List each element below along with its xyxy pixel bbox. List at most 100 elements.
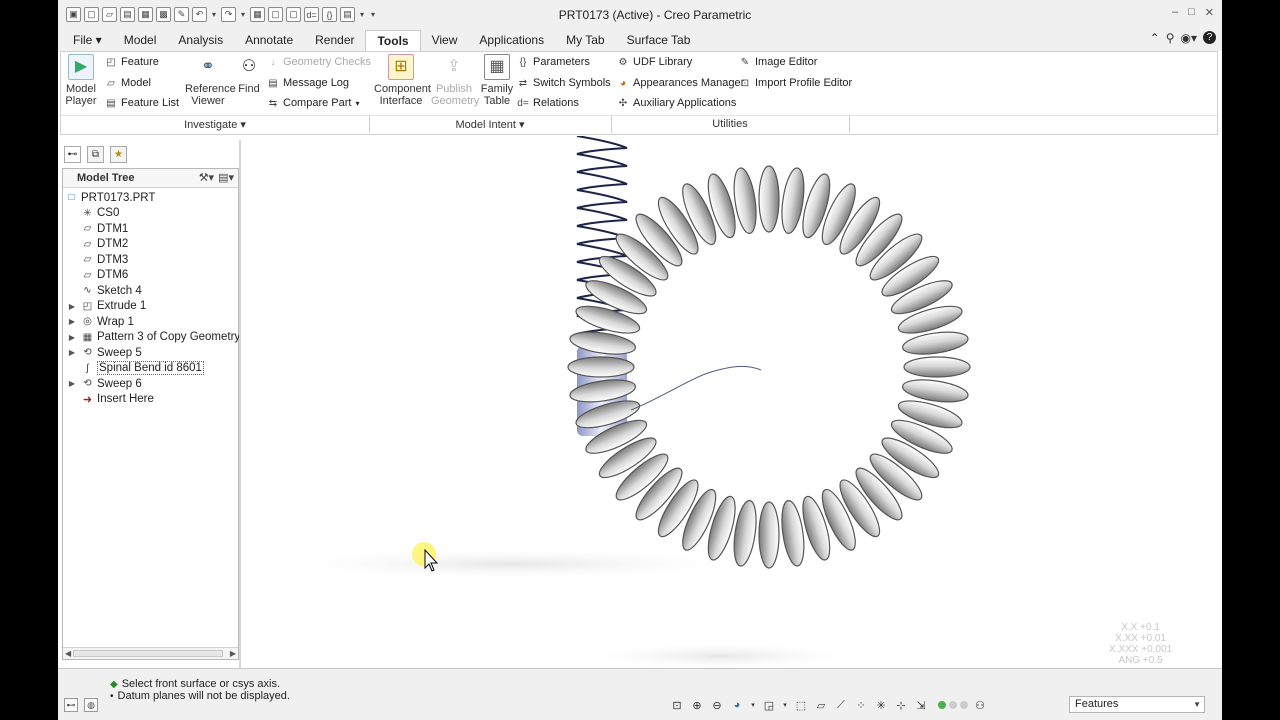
scroll-thumb[interactable] xyxy=(73,650,223,657)
selection-filter-dropdown[interactable]: Features ▼ xyxy=(1069,696,1205,713)
tab-annotate[interactable]: Annotate xyxy=(234,30,304,51)
model-graphics[interactable] xyxy=(241,135,1222,670)
tree-item[interactable]: ∫ Spinal Bend id 8601 xyxy=(67,361,204,376)
tab-file[interactable]: File ▾ xyxy=(62,30,113,51)
browser-toggle-icon[interactable]: ◍ xyxy=(84,698,98,712)
collapse-ribbon-icon[interactable]: ⌃ xyxy=(1150,31,1160,45)
find-button[interactable]: ⚇ Find xyxy=(236,54,262,96)
model-intent-group-label[interactable]: Model Intent ▾ xyxy=(369,118,611,131)
saved-orientations-icon[interactable]: ⬚ xyxy=(794,698,808,712)
tree-item[interactable]: □ PRT0173.PRT xyxy=(65,190,155,205)
datum-points-icon[interactable]: ⁘ xyxy=(854,698,868,712)
tree-item[interactable]: ▶ ◰ Extrude 1 xyxy=(67,299,146,314)
tree-item-label: DTM1 xyxy=(97,222,129,235)
named-views-dropdown-icon[interactable]: ▾ xyxy=(750,698,756,712)
scroll-right-icon[interactable]: ▶ xyxy=(230,649,236,658)
community-icon[interactable]: ◉▾ xyxy=(1181,31,1198,45)
toroidal-spring[interactable] xyxy=(567,165,971,569)
minimize-icon[interactable]: – xyxy=(1172,6,1178,19)
display-style-icon[interactable]: ◲ xyxy=(762,698,776,712)
import-profile-editor-button[interactable]: ⊡ Import Profile Editor xyxy=(739,75,852,91)
tree-item[interactable]: ▶ ⟲ Sweep 6 xyxy=(67,376,142,391)
tree-item[interactable]: ▱ DTM3 xyxy=(67,252,129,267)
coil-turn xyxy=(567,356,635,378)
maximize-icon[interactable]: □ xyxy=(1188,6,1195,19)
search-icon[interactable]: ⚲ xyxy=(1166,31,1175,45)
zoom-in-icon[interactable]: ⊕ xyxy=(690,698,704,712)
tree-settings-icon[interactable]: ⚒▾ xyxy=(199,171,214,184)
parameters-button[interactable]: {} Parameters xyxy=(517,54,590,70)
image-editor-button[interactable]: ✎ Image Editor xyxy=(739,54,818,70)
tree-item[interactable]: ∿ Sketch 4 xyxy=(67,283,141,298)
tree-horizontal-scrollbar[interactable]: ◀ ▶ xyxy=(63,647,238,659)
investigate-group-label[interactable]: Investigate ▾ xyxy=(61,118,369,131)
find-binoculars-icon[interactable]: ⚇ xyxy=(972,698,988,712)
feature-type-icon: ∿ xyxy=(83,285,92,296)
tree-item[interactable]: ▱ DTM1 xyxy=(67,221,129,236)
named-views-icon[interactable]: ◕ xyxy=(730,698,744,712)
annotation-display-icon[interactable]: ⇲ xyxy=(914,698,928,712)
feature-button[interactable]: ◰ Feature xyxy=(105,54,159,70)
refit-icon[interactable]: ⊡ xyxy=(670,698,684,712)
spinal-bend-curve[interactable] xyxy=(630,365,762,411)
navigator-toggle-icon[interactable]: ⊷ xyxy=(64,698,78,712)
tree-item[interactable]: ✳ CS0 xyxy=(67,206,119,221)
tree-item[interactable]: ▶ ◎ Wrap 1 xyxy=(67,314,134,329)
tree-item[interactable]: ▶ ▦ Pattern 3 of Copy Geometry xyxy=(67,330,240,345)
spin-center-icon[interactable]: ⊹ xyxy=(894,698,908,712)
tree-item[interactable]: ➜ Insert Here xyxy=(67,392,154,407)
tab-model[interactable]: Model xyxy=(113,30,168,51)
tree-item-label: Insert Here xyxy=(97,393,154,405)
zoom-out-icon[interactable]: ⊖ xyxy=(710,698,724,712)
app-window: ▣ ▢ ▱ ▤ ▦ ▩ ✎ ↶ ▾ ↷ ▾ ▦ ▢ ▢ d= {} ▤ ▾ ▾ … xyxy=(58,0,1222,720)
component-interface-icon: ⊞ xyxy=(388,54,414,80)
family-table-button[interactable]: ▦ Family Table xyxy=(480,54,514,107)
tab-tools[interactable]: Tools xyxy=(365,30,421,51)
model-tree-tab-icon[interactable]: ⊷ xyxy=(64,146,81,163)
close-icon[interactable]: ✕ xyxy=(1205,6,1214,19)
expand-icon[interactable]: ▶ xyxy=(67,348,77,357)
feature-list-label: Feature List xyxy=(121,97,180,109)
datum-axes-icon[interactable]: ⟋ xyxy=(834,698,848,712)
model-info-button[interactable]: ▱ Model xyxy=(105,75,151,91)
publish-geometry-button[interactable]: ⇪ Publish Geometry xyxy=(431,54,479,108)
compare-part-button[interactable]: ⇆ Compare Part ▾ xyxy=(267,95,360,111)
tree-item[interactable]: ▱ DTM6 xyxy=(67,268,129,283)
feature-type-icon: ⟲ xyxy=(83,378,92,389)
regen-status-dot xyxy=(949,701,957,709)
folder-browser-tab-icon[interactable]: ⧉ xyxy=(87,146,104,163)
model-player-button[interactable]: ▶ Model Player xyxy=(65,54,97,107)
geometry-checks-button[interactable]: ↓ Geometry Checks xyxy=(267,54,372,70)
switch-symbols-button[interactable]: ⇄ Switch Symbols xyxy=(517,75,611,91)
display-style-dropdown-icon[interactable]: ▾ xyxy=(782,698,788,712)
relations-button[interactable]: d= Relations xyxy=(517,95,579,111)
tab-my-tab[interactable]: My Tab xyxy=(555,30,615,51)
csys-icon[interactable]: ✳ xyxy=(874,698,888,712)
tree-item[interactable]: ▱ DTM2 xyxy=(67,237,129,252)
tab-surface-tab[interactable]: Surface Tab xyxy=(616,30,702,51)
help-icon[interactable]: ? xyxy=(1203,31,1216,44)
feature-type-icon: ⟲ xyxy=(83,347,92,358)
tree-columns-icon[interactable]: ▤▾ xyxy=(218,171,234,184)
message-log-button[interactable]: ▤ Message Log xyxy=(267,75,349,91)
tab-view[interactable]: View xyxy=(421,30,469,51)
favorites-tab-icon[interactable]: ★ xyxy=(110,146,127,163)
auxiliary-applications-button[interactable]: ✣ Auxiliary Applications xyxy=(617,95,737,111)
tab-applications[interactable]: Applications xyxy=(468,30,555,51)
udf-library-button[interactable]: ⚙ UDF Library xyxy=(617,54,693,70)
component-interface-button[interactable]: ⊞ Component Interface xyxy=(374,54,431,107)
tab-render[interactable]: Render xyxy=(304,30,365,51)
expand-icon[interactable]: ▶ xyxy=(67,379,77,388)
expand-icon[interactable]: ▶ xyxy=(67,317,77,326)
graphics-viewport[interactable]: X.X +0.1 X.XX +0.01 X.XXX +0.001 ANG +0.… xyxy=(241,135,1222,670)
datum-planes-icon[interactable]: ▱ xyxy=(814,698,828,712)
expand-icon[interactable]: ▶ xyxy=(67,302,77,311)
expand-icon[interactable]: ▶ xyxy=(67,333,77,342)
appearances-manager-button[interactable]: ◕ Appearances Manager xyxy=(617,75,744,91)
scroll-left-icon[interactable]: ◀ xyxy=(65,649,71,658)
reference-viewer-button[interactable]: ⚭ Reference Viewer xyxy=(185,54,236,108)
tree-item[interactable]: ▶ ⟲ Sweep 5 xyxy=(67,345,142,360)
tab-analysis[interactable]: Analysis xyxy=(167,30,234,51)
compare-part-dropdown-icon[interactable]: ▾ xyxy=(355,99,359,108)
feature-list-button[interactable]: ▤ Feature List xyxy=(105,95,179,111)
